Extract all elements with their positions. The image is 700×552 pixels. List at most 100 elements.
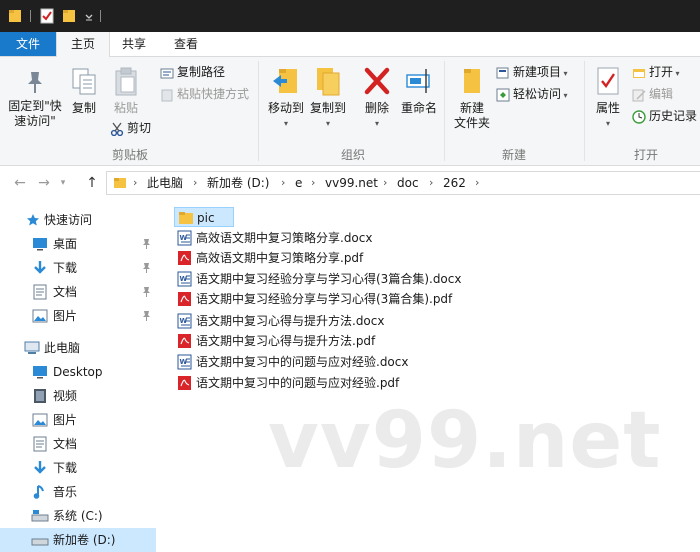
video-icon [34, 389, 46, 403]
star-icon [27, 214, 39, 226]
pin-icon [28, 72, 42, 93]
tab-share[interactable]: 共享 [114, 32, 154, 56]
nav-pictures[interactable]: 图片 [0, 304, 156, 328]
picture-icon [32, 413, 48, 427]
properties-check-icon[interactable] [40, 8, 54, 24]
nav-desktop[interactable]: 桌面 [0, 232, 156, 256]
folder-icon[interactable] [8, 8, 22, 24]
new-folder-button[interactable]: 新建 文件夹 [450, 65, 494, 131]
new-folder-icon[interactable] [62, 8, 76, 24]
breadcrumb-262[interactable]: 262 [443, 172, 466, 194]
nav-label: 桌面 [53, 237, 78, 251]
ribbon-separator [584, 61, 585, 161]
history-button[interactable]: 历史记录 [632, 107, 697, 125]
open-icon [633, 68, 645, 78]
up-arrow-icon[interactable]: ↑ [82, 173, 102, 193]
ribbon: 固定到"快 速访问" 复制 粘贴 复制路径 粘贴快捷方式 剪切 剪贴板 移动到 … [0, 57, 700, 166]
copy-path-label: 复制路径 [177, 65, 226, 79]
tab-home[interactable]: 主页 [56, 32, 110, 57]
paste-shortcut-button[interactable]: 粘贴快捷方式 [160, 85, 249, 103]
properties-dropdown-icon: ▾ [605, 119, 610, 128]
nav-new-volume-d[interactable]: 新加卷 (D:) [0, 528, 156, 552]
file-name: 语文期中复习中的问题与应对经验.pdf [196, 376, 400, 390]
breadcrumb-e[interactable]: e [295, 172, 302, 194]
open-label: 打开 [649, 65, 674, 79]
file-name: 高效语文期中复习策略分享.pdf [196, 251, 364, 265]
nav-desktop-en[interactable]: Desktop [0, 360, 156, 384]
cut-label: 剪切 [127, 121, 152, 135]
breadcrumb-vv99[interactable]: vv99.net [325, 172, 378, 194]
new-item-button[interactable]: 新建项目 ▾ [496, 63, 568, 81]
properties-button[interactable]: 属性 ▾ [590, 65, 626, 131]
pdf-document-icon [178, 334, 191, 348]
folder-icon [114, 178, 126, 188]
properties-icon [597, 67, 619, 95]
nav-documents-2[interactable]: 文档 [0, 432, 156, 456]
copy-to-button[interactable]: 复制到 ▾ [306, 65, 350, 131]
address-bar: ← → ▾ ↑ › 此电脑 › 新加卷 (D:) › e › vv99.net … [0, 166, 700, 200]
address-field[interactable]: › 此电脑 › 新加卷 (D:) › e › vv99.net › doc › … [106, 171, 700, 195]
edit-button[interactable]: 编辑 [632, 85, 673, 103]
nav-quick-access[interactable]: 快速访问 [0, 208, 156, 232]
open-button[interactable]: 打开 ▾ [632, 63, 680, 81]
paste-button[interactable]: 粘贴 [106, 67, 146, 116]
nav-label: 图片 [53, 413, 78, 427]
easy-access-label: 轻松访问 [513, 87, 562, 101]
nav-label: 图片 [53, 309, 78, 323]
download-arrow-icon [34, 461, 46, 474]
scissors-icon [110, 122, 124, 136]
move-to-label: 移动到 [267, 101, 304, 115]
nav-system-c[interactable]: 系统 (C:) [0, 504, 156, 528]
pin-icon [143, 239, 150, 249]
folder-item-pic[interactable]: pic [174, 207, 234, 227]
nav-label: 此电脑 [44, 341, 81, 355]
nav-label: Desktop [53, 365, 103, 379]
customize-dropdown-icon[interactable] [84, 8, 94, 24]
delete-button[interactable]: 删除 ▾ [358, 65, 396, 131]
nav-downloads-2[interactable]: 下载 [0, 456, 156, 480]
nav-downloads[interactable]: 下载 [0, 256, 156, 280]
tab-file[interactable]: 文件 [0, 32, 56, 56]
chevron-right-icon: › [281, 176, 286, 189]
rename-label: 重命名 [400, 101, 437, 115]
easy-access-button[interactable]: 轻松访问 ▾ [496, 85, 568, 103]
breadcrumb-doc[interactable]: doc [397, 172, 419, 194]
copy-path-button[interactable]: 复制路径 [160, 63, 225, 81]
edit-label: 编辑 [649, 87, 674, 101]
file-name: 语文期中复习心得与提升方法.docx [196, 314, 385, 328]
recent-dropdown-icon[interactable]: ▾ [56, 173, 70, 193]
chevron-right-icon: › [475, 176, 480, 189]
paste-label: 粘贴 [113, 101, 138, 115]
nav-music[interactable]: 音乐 [0, 480, 156, 504]
file-name: pic [197, 211, 215, 225]
copy-icon [72, 68, 96, 95]
copy-path-icon [160, 68, 174, 78]
file-name: 语文期中复习中的问题与应对经验.docx [196, 355, 409, 369]
cut-button[interactable]: 剪切 [110, 119, 151, 137]
picture-icon [32, 309, 48, 323]
rename-button[interactable]: 重命名 [398, 65, 440, 116]
chevron-right-icon: › [429, 176, 434, 189]
nav-videos[interactable]: 视频 [0, 384, 156, 408]
breadcrumb-drive-d[interactable]: 新加卷 (D:) [207, 172, 269, 194]
nav-pictures-2[interactable]: 图片 [0, 408, 156, 432]
clipboard-group-label: 剪贴板 [111, 148, 148, 162]
breadcrumb-this-pc[interactable]: 此电脑 [147, 172, 183, 194]
copy-button[interactable]: 复制 [66, 67, 102, 116]
quick-access-separator [100, 10, 101, 22]
organize-group-label: 组织 [340, 148, 365, 162]
watermark-text: vv99.net [268, 396, 662, 486]
new-folder-label-line2: 文件夹 [453, 116, 490, 130]
move-to-button[interactable]: 移动到 ▾ [264, 65, 308, 131]
navigation-pane: 快速访问 桌面 下载 文档 图片 此电脑 Desktop 视频 图片 文档 下载… [0, 200, 156, 552]
nav-documents[interactable]: 文档 [0, 280, 156, 304]
forward-arrow-icon[interactable]: → [34, 173, 54, 193]
back-arrow-icon[interactable]: ← [10, 173, 30, 193]
nav-this-pc[interactable]: 此电脑 [0, 336, 156, 360]
word-document-icon: W [177, 313, 192, 329]
rename-icon [406, 69, 430, 93]
tab-view[interactable]: 查看 [166, 32, 206, 56]
pin-to-quick-access-button[interactable]: 固定到"快 速访问" [4, 69, 66, 129]
edit-icon [632, 89, 646, 101]
chevron-right-icon: › [133, 176, 138, 189]
